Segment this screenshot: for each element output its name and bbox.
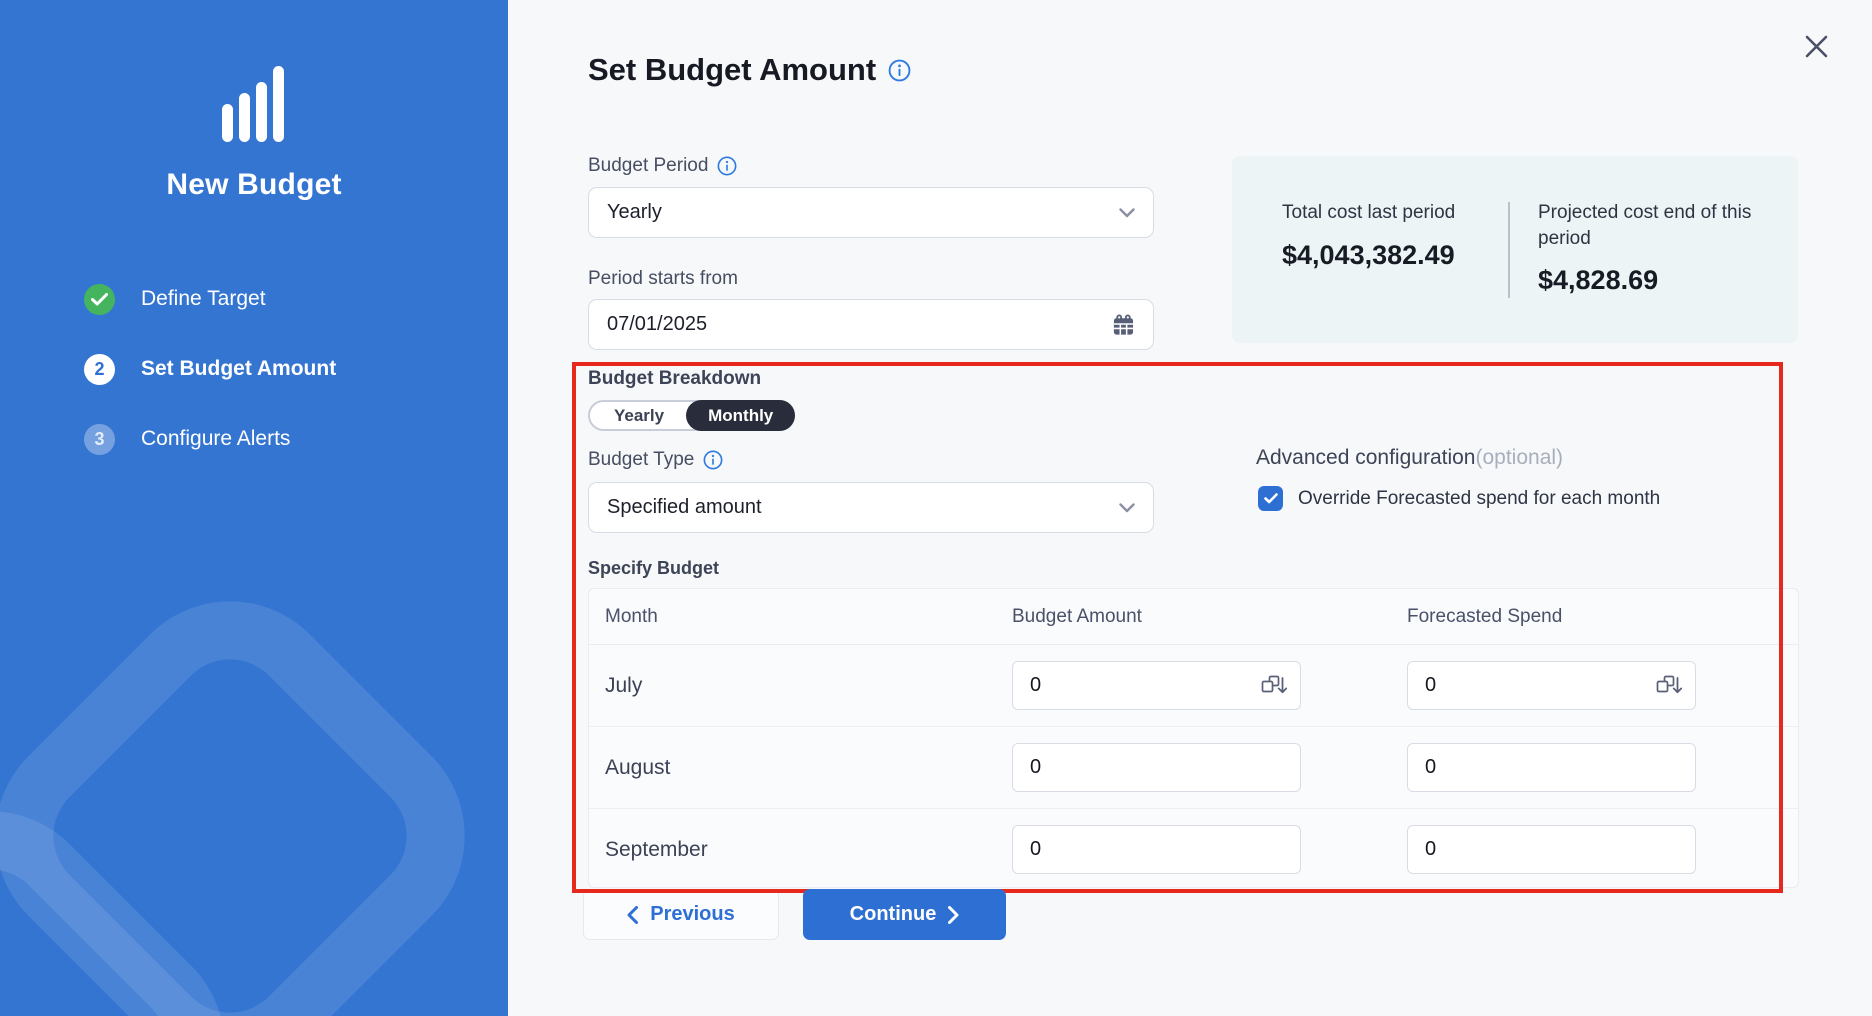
summary-divider bbox=[1508, 202, 1510, 298]
step-label: Configure Alerts bbox=[141, 427, 290, 451]
column-budget-amount: Budget Amount bbox=[996, 606, 1391, 628]
specify-budget-label: Specify Budget bbox=[588, 558, 719, 579]
info-icon[interactable] bbox=[703, 450, 723, 470]
budget-period-select[interactable]: Yearly bbox=[588, 187, 1154, 238]
budget-amount-field bbox=[1012, 743, 1301, 792]
step-done-check-icon bbox=[84, 284, 115, 315]
forecasted-spend-field bbox=[1407, 743, 1696, 792]
check-icon bbox=[1264, 493, 1278, 504]
table-header: Month Budget Amount Forecasted Spend bbox=[589, 589, 1798, 645]
budget-period-label-text: Budget Period bbox=[588, 155, 708, 177]
chevron-left-icon bbox=[627, 906, 638, 924]
brand-watermark bbox=[0, 576, 508, 1016]
chevron-right-icon bbox=[948, 906, 959, 924]
copy-down-icon[interactable] bbox=[1655, 675, 1682, 697]
page-title-text: Set Budget Amount bbox=[588, 52, 876, 88]
table-row-august: August bbox=[589, 727, 1798, 809]
total-cost-label: Total cost last period bbox=[1282, 200, 1482, 226]
step-label: Define Target bbox=[141, 287, 266, 311]
toggle-option-monthly[interactable]: Monthly bbox=[686, 400, 795, 431]
wizard-sidebar: New Budget Define Target 2 Set Budget Am… bbox=[0, 0, 508, 1016]
chevron-down-icon bbox=[1119, 503, 1135, 513]
forecasted-spend-field bbox=[1407, 661, 1696, 710]
toggle-option-yearly[interactable]: Yearly bbox=[590, 406, 688, 426]
budget-period-value: Yearly bbox=[607, 201, 1119, 224]
step-number-badge: 2 bbox=[84, 354, 115, 385]
budget-amount-field bbox=[1012, 661, 1301, 710]
column-month: Month bbox=[589, 606, 996, 628]
column-forecasted-spend: Forecasted Spend bbox=[1391, 606, 1798, 628]
budget-breakdown-toggle: Yearly Monthly bbox=[588, 400, 795, 431]
wizard-steps: Define Target 2 Set Budget Amount 3 Conf… bbox=[84, 280, 336, 490]
step-set-budget-amount[interactable]: 2 Set Budget Amount bbox=[84, 350, 336, 388]
budget-amount-field bbox=[1012, 825, 1301, 874]
period-starts-field bbox=[588, 299, 1154, 350]
projected-cost-label: Projected cost end of this period bbox=[1538, 200, 1763, 251]
optional-text: (optional) bbox=[1476, 446, 1564, 469]
budget-amount-input[interactable] bbox=[1013, 756, 1203, 779]
step-configure-alerts[interactable]: 3 Configure Alerts bbox=[84, 420, 336, 458]
wizard-title: New Budget bbox=[0, 168, 508, 202]
previous-button-label: Previous bbox=[650, 903, 734, 926]
forecasted-spend-field bbox=[1407, 825, 1696, 874]
period-starts-label-text: Period starts from bbox=[588, 268, 738, 290]
period-starts-label: Period starts from bbox=[588, 268, 738, 290]
advanced-configuration-title: Advanced configuration(optional) bbox=[1256, 446, 1563, 470]
budget-type-value: Specified amount bbox=[607, 496, 1119, 519]
budget-breakdown-label-text: Budget Breakdown bbox=[588, 368, 761, 390]
step-label: Set Budget Amount bbox=[141, 357, 336, 381]
close-icon[interactable] bbox=[1800, 30, 1832, 62]
set-budget-amount-panel: Set Budget Amount Budget Period Yearly P… bbox=[508, 0, 1872, 1016]
step-number-badge: 3 bbox=[84, 424, 115, 455]
info-icon[interactable] bbox=[888, 59, 911, 82]
month-cell: September bbox=[589, 838, 996, 862]
calendar-icon[interactable] bbox=[1112, 313, 1135, 337]
previous-button[interactable]: Previous bbox=[583, 889, 779, 940]
month-cell: July bbox=[589, 674, 996, 698]
continue-button-label: Continue bbox=[850, 903, 937, 926]
advanced-configuration-text: Advanced configuration bbox=[1256, 446, 1476, 469]
checkbox-checked[interactable] bbox=[1258, 486, 1283, 511]
override-forecast-label: Override Forecasted spend for each month bbox=[1298, 488, 1660, 510]
projected-cost-end: Projected cost end of this period $4,828… bbox=[1538, 200, 1763, 296]
budget-breakdown-label: Budget Breakdown bbox=[588, 368, 761, 390]
info-icon[interactable] bbox=[717, 156, 737, 176]
cost-summary-card: Total cost last period $4,043,382.49 Pro… bbox=[1232, 156, 1798, 343]
forecasted-spend-input[interactable] bbox=[1408, 756, 1598, 779]
forecasted-spend-input[interactable] bbox=[1408, 838, 1598, 861]
budget-amount-input[interactable] bbox=[1013, 674, 1203, 697]
total-cost-value: $4,043,382.49 bbox=[1282, 240, 1482, 271]
copy-down-icon[interactable] bbox=[1260, 675, 1287, 697]
override-forecast-checkbox-row[interactable]: Override Forecasted spend for each month bbox=[1258, 486, 1660, 511]
forecasted-spend-input[interactable] bbox=[1408, 674, 1598, 697]
step-define-target[interactable]: Define Target bbox=[84, 280, 336, 318]
projected-cost-value: $4,828.69 bbox=[1538, 265, 1763, 296]
specify-budget-table: Month Budget Amount Forecasted Spend Jul… bbox=[588, 588, 1799, 888]
table-row-july: July bbox=[589, 645, 1798, 727]
budget-type-label-text: Budget Type bbox=[588, 449, 694, 471]
table-row-september: September bbox=[589, 809, 1798, 888]
budget-type-label: Budget Type bbox=[588, 449, 723, 471]
budget-period-label: Budget Period bbox=[588, 155, 737, 177]
budget-amount-input[interactable] bbox=[1013, 838, 1203, 861]
continue-button[interactable]: Continue bbox=[803, 889, 1006, 940]
total-cost-last-period: Total cost last period $4,043,382.49 bbox=[1282, 200, 1482, 271]
period-starts-input[interactable] bbox=[607, 313, 1112, 336]
chevron-down-icon bbox=[1119, 208, 1135, 218]
bar-chart-logo-icon bbox=[0, 66, 508, 147]
month-cell: August bbox=[589, 756, 996, 780]
page-title: Set Budget Amount bbox=[588, 52, 911, 88]
budget-type-select[interactable]: Specified amount bbox=[588, 482, 1154, 533]
